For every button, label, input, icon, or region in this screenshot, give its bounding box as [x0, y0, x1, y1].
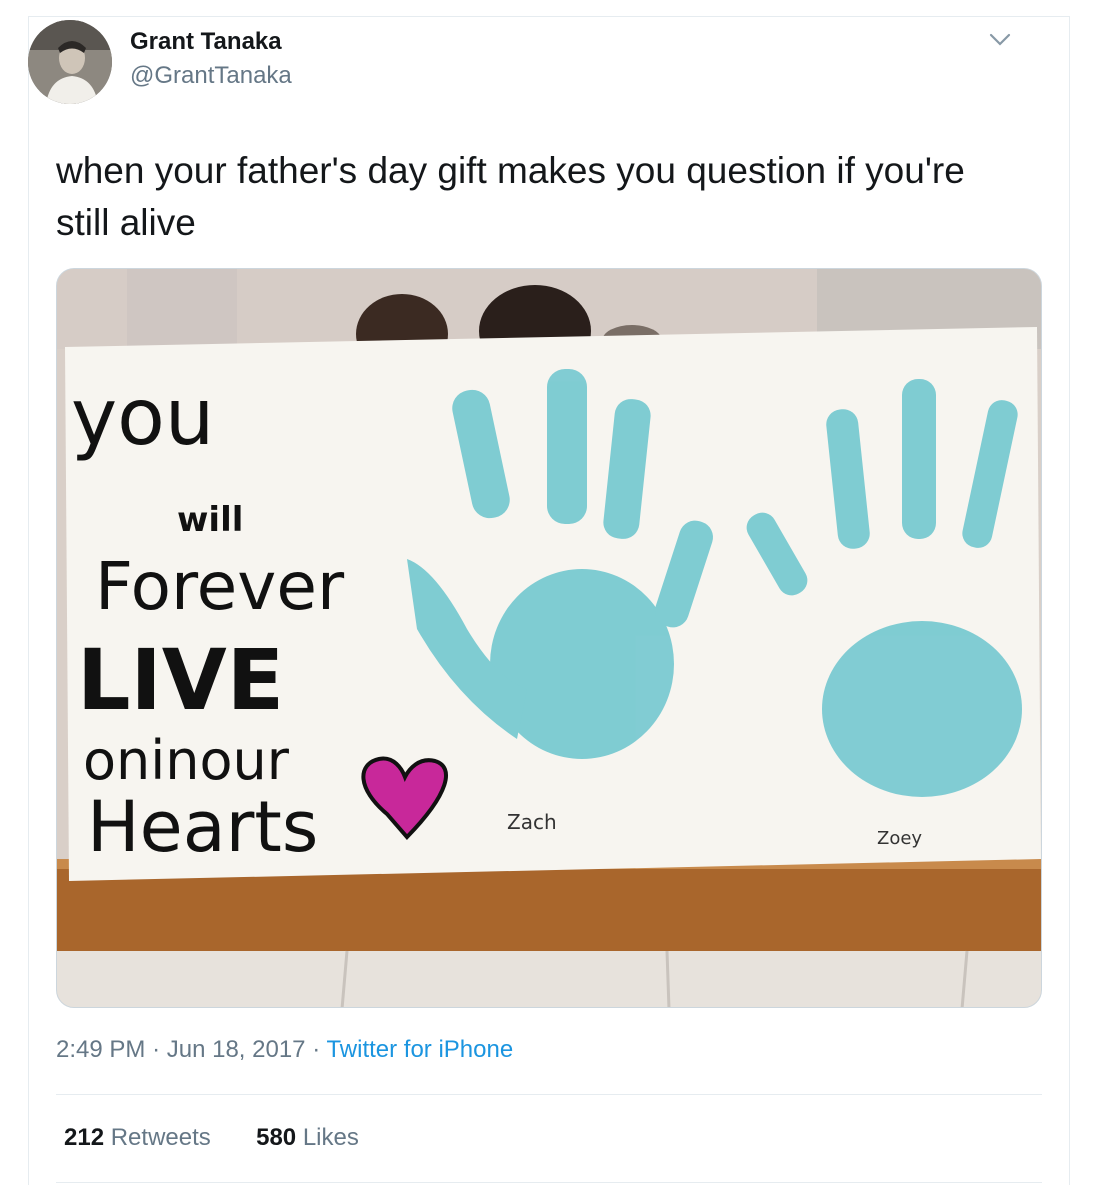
avatar[interactable]	[28, 20, 112, 104]
label-zach: Zach	[507, 810, 557, 834]
meta-separator: ·	[312, 1036, 321, 1063]
retweets-stat[interactable]: 212 Retweets	[64, 1124, 217, 1151]
likes-label: Likes	[302, 1124, 359, 1151]
tweet-photo[interactable]: you will Forever LIVE oninour Hearts Zac…	[56, 268, 1042, 1008]
svg-text:oninour: oninour	[83, 729, 290, 792]
likes-stat[interactable]: 580 Likes	[256, 1124, 359, 1151]
likes-count: 580	[256, 1124, 297, 1151]
divider	[56, 1094, 1042, 1095]
label-zoey: Zoey	[877, 828, 922, 849]
retweets-count: 212	[64, 1124, 105, 1151]
tweet-meta: 2:49 PM · Jun 18, 2017 · Twitter for iPh…	[56, 1036, 513, 1064]
svg-text:LIVE: LIVE	[77, 631, 284, 729]
avatar-photo	[28, 20, 112, 104]
tweet-text: when your father's day gift makes you qu…	[56, 150, 965, 243]
photo-scene: you will Forever LIVE oninour Hearts Zac…	[57, 269, 1041, 1007]
tweet-date[interactable]: Jun 18, 2017	[167, 1036, 306, 1063]
author-name[interactable]: Grant Tanaka	[130, 28, 282, 56]
svg-text:will: will	[177, 500, 243, 540]
retweets-label: Retweets	[110, 1124, 211, 1151]
svg-text:you: you	[71, 373, 214, 463]
chevron-down-icon[interactable]	[986, 26, 1014, 54]
divider	[56, 1182, 1042, 1183]
tweet-time[interactable]: 2:49 PM	[56, 1036, 145, 1063]
svg-text:Forever: Forever	[95, 548, 345, 625]
tweet-header: Grant Tanaka @GrantTanaka	[28, 18, 1014, 108]
tweet-stats: 212 Retweets 580 Likes	[64, 1124, 359, 1152]
author-handle[interactable]: @GrantTanaka	[130, 62, 292, 90]
tweet-source-link[interactable]: Twitter for iPhone	[326, 1036, 513, 1063]
meta-separator: ·	[152, 1036, 161, 1063]
svg-text:Hearts: Hearts	[87, 786, 318, 868]
